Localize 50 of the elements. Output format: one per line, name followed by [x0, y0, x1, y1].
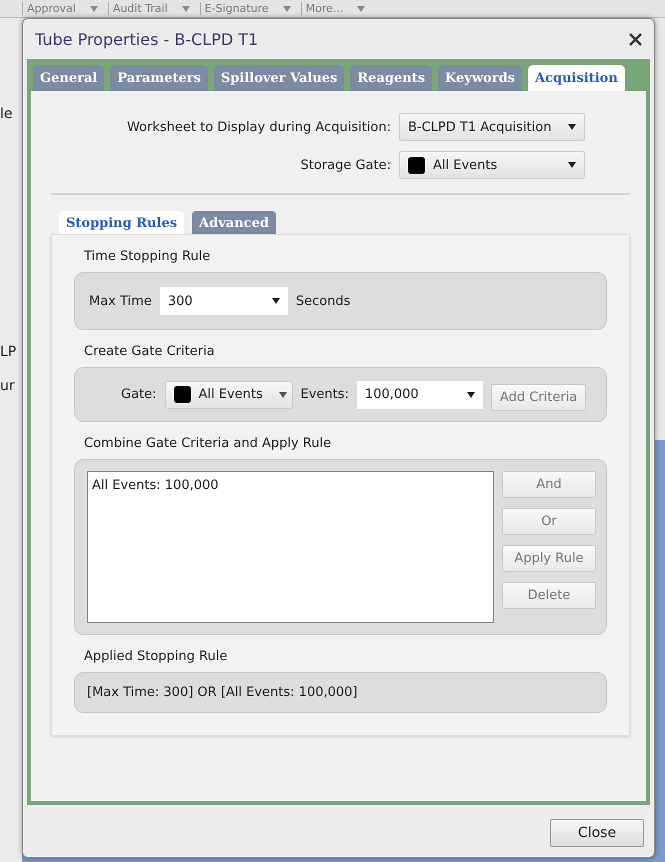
field-label: Worksheet to Display during Acquisition:	[126, 120, 391, 134]
caret-icon	[466, 392, 475, 398]
toolbar-button[interactable]: Audit Trail	[108, 2, 172, 15]
unit-label: Seconds	[296, 294, 350, 308]
section-title: Combine Gate Criteria and Apply Rule	[84, 436, 332, 451]
caret-icon	[568, 124, 576, 130]
caret-icon	[272, 298, 280, 304]
applied-rule-text: [Max Time: 300] OR [All Events: 100,000]	[87, 685, 358, 700]
tab[interactable]: Acquisition	[528, 65, 625, 91]
tab[interactable]: Spillover Values	[214, 65, 344, 91]
caret-icon	[90, 6, 98, 12]
close-icon[interactable]	[629, 32, 642, 46]
add-criteria-button[interactable]: Add Criteria	[490, 384, 586, 411]
field-label: Storage Gate:	[300, 158, 391, 172]
background-text: le	[0, 106, 14, 122]
tab[interactable]: Parameters	[110, 65, 208, 91]
caret-icon	[278, 392, 287, 398]
section-title: Time Stopping Rule	[84, 249, 212, 264]
tab[interactable]: Reagents	[350, 65, 432, 91]
list-item[interactable]: All Events: 100,000	[92, 478, 489, 493]
section-title: Applied Stopping Rule	[84, 649, 228, 664]
caret-icon	[568, 162, 576, 168]
events-field[interactable]: 100,000	[356, 380, 483, 408]
rule-button[interactable]: Apply Rule	[502, 545, 596, 572]
close-button[interactable]: Close	[550, 819, 644, 847]
storage-gate-dropdown[interactable]: All Events	[399, 151, 585, 179]
field-label: Gate:	[121, 387, 157, 402]
field-label: Max Time	[89, 294, 152, 308]
tab[interactable]: Stopping Rules	[59, 211, 184, 234]
toolbar-button[interactable]: Approval	[22, 2, 80, 15]
max-time-field[interactable]: 300	[160, 287, 288, 315]
background-text: LP	[0, 344, 18, 360]
tab[interactable]: General	[33, 65, 104, 91]
rule-button[interactable]: And	[502, 471, 596, 498]
section-title: Create Gate Criteria	[84, 344, 216, 359]
caret-icon	[282, 6, 291, 12]
worksheet-dropdown[interactable]: B-CLPD T1 Acquisition	[399, 113, 585, 141]
caret-icon	[357, 6, 366, 12]
caret-icon	[182, 6, 190, 12]
criteria-list[interactable]: All Events: 100,000	[87, 471, 494, 623]
field-label: Events:	[300, 387, 349, 402]
rule-button[interactable]: Or	[502, 508, 596, 535]
toolbar-button[interactable]: E-Signature	[200, 2, 273, 15]
toolbar-button[interactable]: More...	[300, 2, 348, 15]
rule-button[interactable]: Delete	[502, 582, 596, 609]
tab[interactable]: Keywords	[438, 65, 522, 91]
background-text: ur	[0, 378, 16, 394]
gate-dropdown[interactable]: All Events	[164, 380, 293, 408]
window-title: Tube Properties - B-CLPD T1	[35, 30, 258, 48]
tab[interactable]: Advanced	[192, 211, 276, 234]
